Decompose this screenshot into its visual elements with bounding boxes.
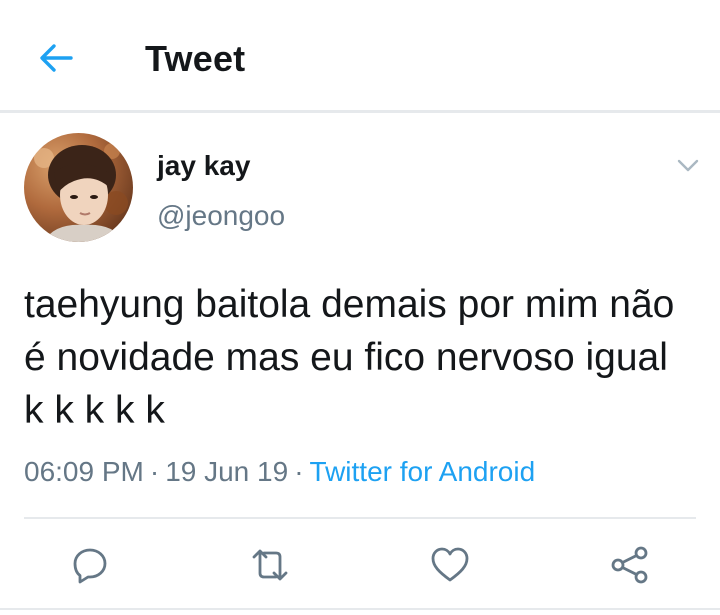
display-name[interactable]: jay kay bbox=[157, 150, 250, 182]
meta-separator: · bbox=[149, 456, 160, 487]
tweet-text: taehyung baitola demais por mim não é no… bbox=[24, 283, 675, 432]
like-button[interactable] bbox=[420, 535, 480, 595]
tweet-source-link[interactable]: Twitter for Android bbox=[310, 456, 536, 487]
user-handle[interactable]: @jeongoo bbox=[157, 200, 285, 232]
retweet-icon bbox=[252, 549, 288, 581]
heart-icon bbox=[431, 547, 469, 582]
back-button[interactable] bbox=[30, 32, 82, 84]
page-title: Tweet bbox=[145, 38, 246, 79]
chevron-down-icon bbox=[677, 159, 699, 172]
more-options-button[interactable] bbox=[672, 150, 704, 182]
header-divider bbox=[0, 110, 720, 113]
reply-icon bbox=[73, 548, 107, 584]
action-bar bbox=[0, 535, 720, 595]
bottom-divider bbox=[0, 608, 720, 610]
meta-separator: · bbox=[294, 456, 304, 487]
top-bar: Tweet bbox=[0, 0, 720, 113]
tweet-time: 06:09 PM bbox=[24, 456, 144, 487]
meta-divider bbox=[24, 517, 696, 519]
retweet-button[interactable] bbox=[240, 535, 300, 595]
tweet-metadata: 06:09 PM · 19 Jun 19 · Twitter for Android bbox=[24, 456, 535, 488]
share-button[interactable] bbox=[600, 535, 660, 595]
tweet-date: 19 Jun 19 bbox=[165, 456, 289, 487]
reply-button[interactable] bbox=[60, 535, 120, 595]
share-icon bbox=[611, 546, 648, 584]
arrow-left-icon bbox=[40, 44, 73, 72]
avatar[interactable] bbox=[24, 133, 133, 242]
